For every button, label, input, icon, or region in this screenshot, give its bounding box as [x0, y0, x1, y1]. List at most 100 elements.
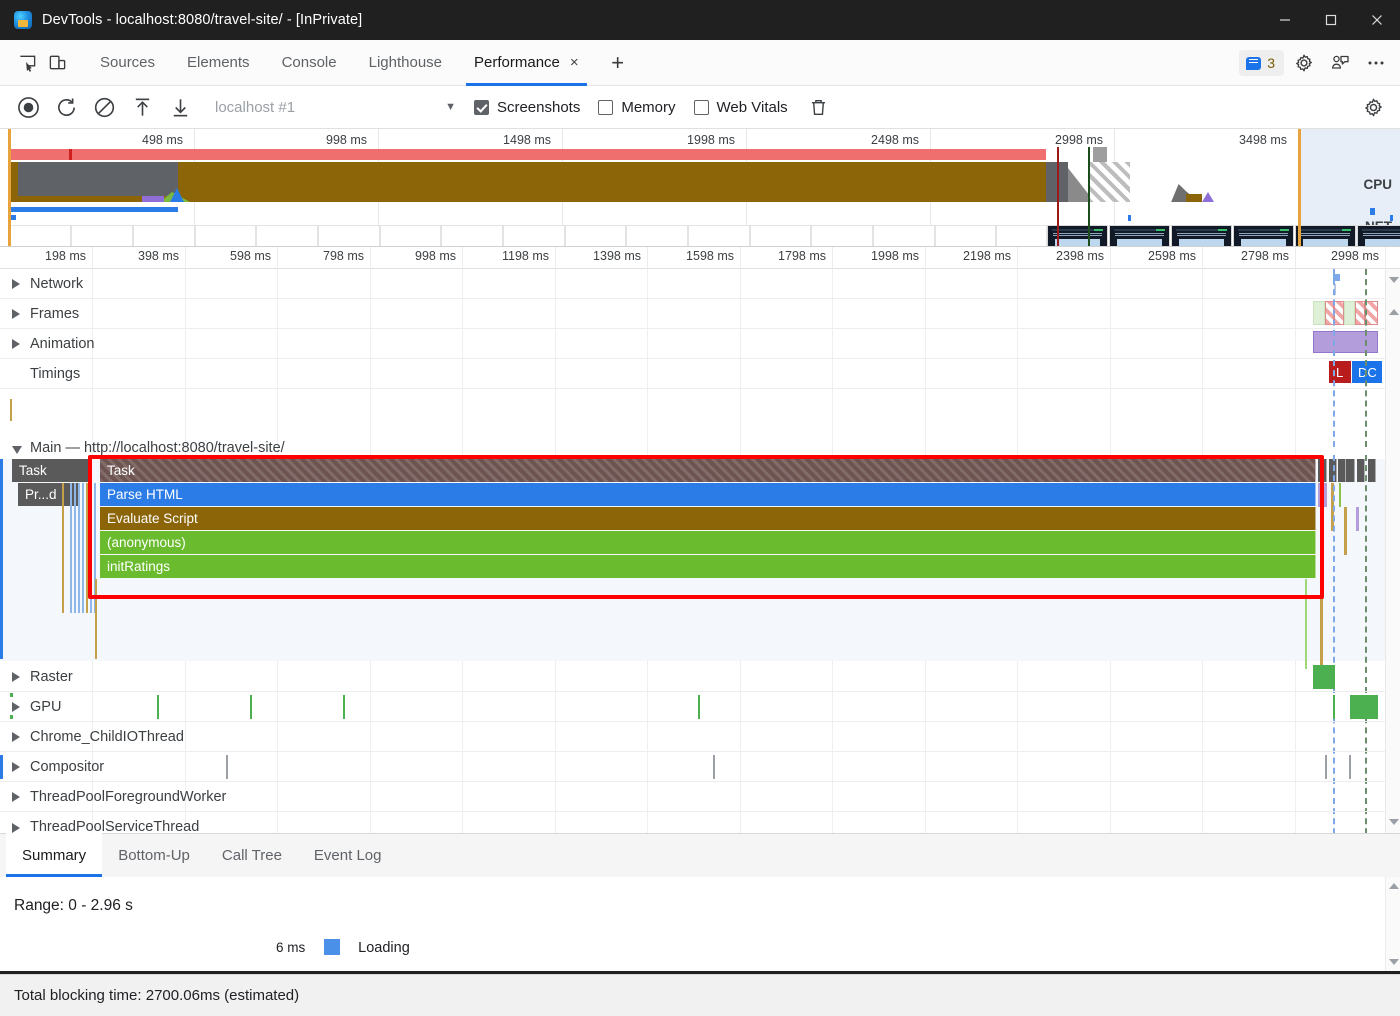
new-tab-button[interactable]: +: [603, 48, 633, 78]
track-row-threadpool-foreground[interactable]: ThreadPoolForegroundWorker: [0, 782, 1385, 812]
profile-name-label[interactable]: localhost #1: [215, 99, 295, 116]
gpu-event[interactable]: [10, 715, 13, 719]
close-button[interactable]: [1354, 0, 1400, 40]
screenshots-checkbox[interactable]: Screenshots: [474, 99, 580, 116]
overview-window-left-handle[interactable]: [8, 129, 11, 247]
inspect-element-icon[interactable]: [12, 48, 42, 78]
filmstrip-screenshot[interactable]: [1295, 225, 1356, 247]
chevron-down-icon[interactable]: ▼: [445, 101, 456, 113]
gpu-event[interactable]: [698, 695, 700, 719]
scroll-up-icon[interactable]: [1389, 883, 1399, 889]
minimize-button[interactable]: [1262, 0, 1308, 40]
flame-bar-micro[interactable]: [1338, 459, 1346, 482]
track-row-network[interactable]: Network: [0, 269, 1385, 299]
chevron-right-icon[interactable]: [12, 339, 21, 348]
flame-bar-micro[interactable]: [1318, 459, 1327, 482]
device-toolbar-icon[interactable]: [42, 48, 72, 78]
filmstrip-screenshot[interactable]: [1233, 225, 1294, 247]
tab-bottom-up[interactable]: Bottom-Up: [102, 833, 206, 877]
reload-and-record-button[interactable]: [50, 91, 83, 124]
tab-event-log[interactable]: Event Log: [298, 833, 398, 877]
flame-bar-init-ratings[interactable]: initRatings: [100, 555, 1316, 578]
flame-bar-evaluate-script[interactable]: Evaluate Script: [100, 507, 1316, 530]
gpu-event[interactable]: [343, 695, 345, 719]
gpu-event[interactable]: [250, 695, 252, 719]
trash-icon[interactable]: [802, 91, 835, 124]
overview-filmstrip[interactable]: [10, 225, 1390, 247]
track-row-threadpool-service[interactable]: ThreadPoolServiceThread: [0, 812, 1385, 833]
flame-bar-parse-html[interactable]: Parse HTML: [100, 483, 1316, 506]
flame-chart[interactable]: Task Pr...d Task Parse HTML Evaluate Scr…: [0, 459, 1385, 661]
compositor-event[interactable]: [226, 755, 228, 779]
filmstrip-screenshot[interactable]: [1109, 225, 1170, 247]
frame-marker-dropped[interactable]: [1355, 301, 1365, 325]
settings-gear-icon[interactable]: [1288, 47, 1320, 79]
scroll-up-icon[interactable]: [1389, 309, 1399, 315]
frame-marker[interactable]: [1344, 301, 1355, 325]
memory-checkbox[interactable]: Memory: [598, 99, 675, 116]
animation-marker[interactable]: [1313, 331, 1378, 353]
tab-console[interactable]: Console: [266, 40, 353, 86]
load-profile-icon[interactable]: [126, 91, 159, 124]
compositor-event[interactable]: [0, 755, 3, 779]
summary-scrollbar[interactable]: [1385, 877, 1400, 971]
flame-bar-task[interactable]: Task: [100, 459, 1316, 482]
timing-marker-dcl[interactable]: DC: [1352, 361, 1382, 383]
save-profile-icon[interactable]: [164, 91, 197, 124]
track-row-main[interactable]: Main — http://localhost:8080/travel-site…: [0, 437, 1385, 459]
track-row-timings[interactable]: Timings: [0, 359, 1385, 389]
chevron-right-icon[interactable]: [12, 309, 21, 318]
web-vitals-checkbox[interactable]: Web Vitals: [694, 99, 788, 116]
timeline-tracks[interactable]: Network Frames Animation Timings L DC Ma…: [0, 269, 1400, 833]
tab-elements[interactable]: Elements: [171, 40, 266, 86]
chevron-right-icon[interactable]: [12, 792, 21, 801]
chevron-right-icon[interactable]: [12, 672, 21, 681]
tracks-scrollbar[interactable]: [1385, 269, 1400, 833]
feedback-icon[interactable]: [1324, 47, 1356, 79]
gpu-event[interactable]: [157, 695, 159, 719]
tab-lighthouse[interactable]: Lighthouse: [353, 40, 458, 86]
flame-bar-micro[interactable]: [1346, 459, 1355, 482]
chevron-right-icon[interactable]: [12, 732, 21, 741]
flame-bar-micro[interactable]: [1368, 459, 1376, 482]
track-row-frames[interactable]: Frames: [0, 299, 1385, 329]
record-button[interactable]: [12, 91, 45, 124]
scroll-down-icon[interactable]: [1389, 959, 1399, 965]
capture-settings-gear-icon[interactable]: [1357, 91, 1390, 124]
flame-bar-micro[interactable]: [1357, 459, 1365, 482]
track-row-gpu[interactable]: GPU: [0, 692, 1385, 722]
frame-marker[interactable]: [1313, 301, 1325, 325]
chevron-right-icon[interactable]: [12, 702, 21, 711]
compositor-event[interactable]: [713, 755, 715, 779]
chevron-right-icon[interactable]: [12, 823, 21, 832]
gpu-event[interactable]: [1350, 695, 1378, 719]
chevron-down-icon[interactable]: [12, 444, 21, 453]
flame-bar-anonymous[interactable]: (anonymous): [100, 531, 1316, 554]
tab-performance[interactable]: Performance ×: [458, 40, 595, 86]
clear-button[interactable]: [88, 91, 121, 124]
chevron-right-icon[interactable]: [12, 279, 21, 288]
scroll-down-icon[interactable]: [1389, 277, 1399, 283]
track-row-raster[interactable]: Raster: [0, 662, 1385, 692]
frame-marker-dropped[interactable]: [1334, 301, 1344, 325]
scroll-down-icon[interactable]: [1389, 819, 1399, 825]
track-row-chrome-childiothread[interactable]: Chrome_ChildIOThread: [0, 722, 1385, 752]
more-options-icon[interactable]: [1360, 47, 1392, 79]
track-row-animation[interactable]: Animation: [0, 329, 1385, 359]
track-row-compositor[interactable]: Compositor: [0, 752, 1385, 782]
tab-call-tree[interactable]: Call Tree: [206, 833, 298, 877]
tab-sources[interactable]: Sources: [84, 40, 171, 86]
chevron-right-icon[interactable]: [12, 762, 21, 771]
tab-summary[interactable]: Summary: [6, 833, 102, 877]
flame-bar-task-left[interactable]: Task: [12, 459, 92, 482]
maximize-button[interactable]: [1308, 0, 1354, 40]
gpu-event[interactable]: [1333, 695, 1335, 719]
raster-event[interactable]: [1313, 665, 1335, 689]
compositor-event[interactable]: [1325, 755, 1327, 779]
close-icon[interactable]: ×: [570, 55, 579, 70]
filmstrip-screenshot[interactable]: [1171, 225, 1232, 247]
overview-window-right-handle[interactable]: [1298, 129, 1301, 247]
issues-badge[interactable]: 3: [1239, 50, 1284, 76]
timeline-overview[interactable]: 498 ms 998 ms 1498 ms 1998 ms 2498 ms 29…: [0, 129, 1400, 247]
compositor-event[interactable]: [1349, 755, 1351, 779]
